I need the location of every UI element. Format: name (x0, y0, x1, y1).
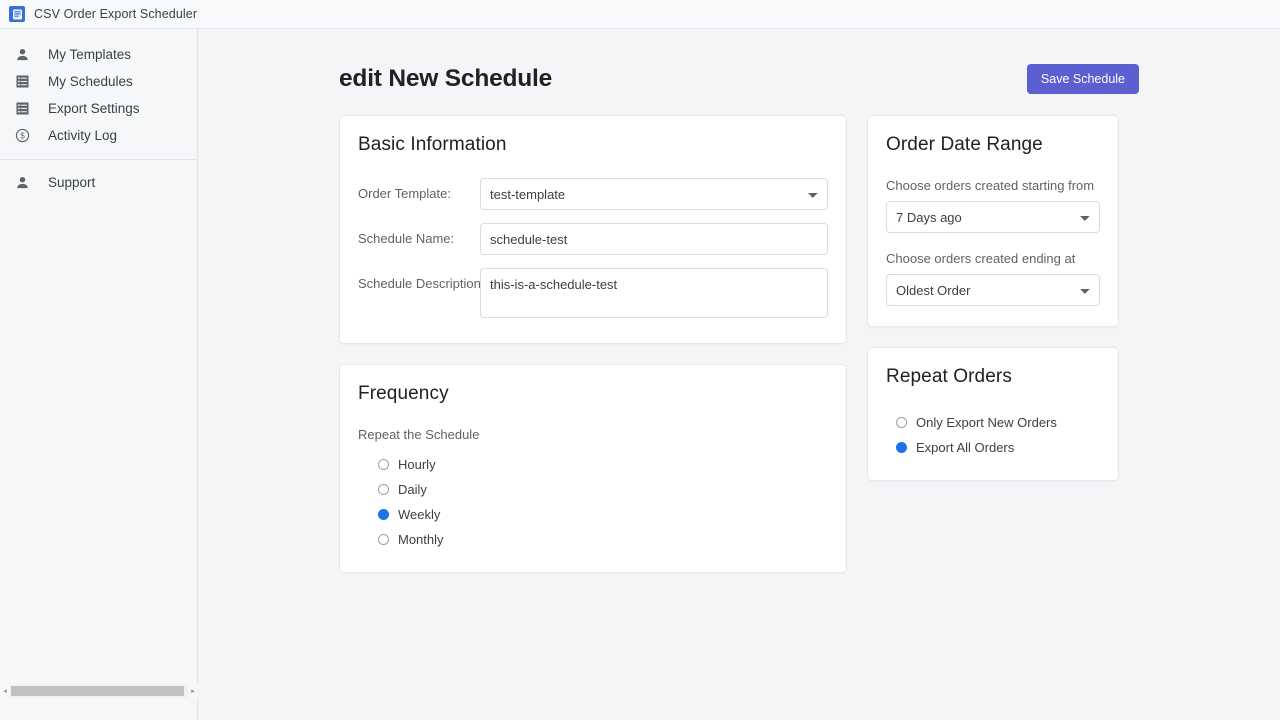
svg-text:$: $ (20, 132, 25, 141)
dollar-circle-icon: $ (13, 127, 31, 145)
sidebar-divider (0, 159, 197, 160)
repeat-orders-option-all[interactable]: Export All Orders (896, 435, 1100, 460)
card-title: Frequency (358, 383, 449, 404)
date-range-start-label: Choose orders created starting from (886, 178, 1095, 193)
repeat-orders-option-label: Only Export New Orders (916, 415, 1057, 430)
radio-icon-selected[interactable] (896, 442, 907, 453)
app-logo-icon (9, 6, 25, 22)
schedule-description-textarea[interactable]: this-is-a-schedule-test (480, 268, 828, 318)
repeat-orders-radio-group: Only Export New Orders Export All Orders (886, 410, 1100, 460)
app-title-bar: CSV Order Export Scheduler (0, 0, 1280, 29)
repeat-orders-option-label: Export All Orders (916, 440, 1015, 455)
radio-icon[interactable] (378, 459, 389, 470)
schedule-name-row: Schedule Name: (358, 223, 828, 255)
sidebar-horizontal-scrollbar[interactable]: ◂ ▸ (0, 684, 198, 698)
frequency-radio-group: Hourly Daily Weekly Monthly (358, 452, 828, 552)
list-box-icon (13, 73, 31, 91)
app-title: CSV Order Export Scheduler (34, 7, 198, 21)
left-column: Basic Information Order Template: test-t… (339, 115, 847, 593)
schedule-name-label: Schedule Name: (358, 231, 455, 246)
card-title: Repeat Orders (886, 366, 1012, 387)
right-column: Order Date Range Choose orders created s… (867, 115, 1119, 501)
schedule-name-input[interactable] (480, 223, 828, 255)
sidebar-item-label: Activity Log (48, 128, 118, 143)
sidebar-item-my-schedules[interactable]: My Schedules (0, 68, 197, 95)
frequency-option-label: Hourly (398, 457, 436, 472)
frequency-option-label: Monthly (398, 532, 444, 547)
order-template-label: Order Template: (358, 186, 451, 201)
cards-grid: Basic Information Order Template: test-t… (339, 115, 1139, 593)
frequency-option-label: Weekly (398, 507, 441, 522)
frequency-option-monthly[interactable]: Monthly (378, 527, 828, 552)
radio-icon[interactable] (378, 534, 389, 545)
card-title: Order Date Range (886, 134, 1043, 155)
repeat-orders-option-only-new[interactable]: Only Export New Orders (896, 410, 1100, 435)
sidebar-item-my-templates[interactable]: My Templates (0, 41, 197, 68)
scrollbar-thumb[interactable] (11, 686, 184, 696)
list-box-icon (13, 100, 31, 118)
sidebar-item-label: Support (48, 175, 96, 190)
sidebar-item-label: My Schedules (48, 74, 133, 89)
frequency-option-weekly[interactable]: Weekly (378, 502, 828, 527)
date-range-start-select[interactable]: 7 Days ago (886, 201, 1100, 233)
sidebar: My Templates My Schedules Export Setting… (0, 29, 198, 720)
sidebar-item-support[interactable]: Support (0, 169, 197, 196)
sidebar-item-export-settings[interactable]: Export Settings (0, 95, 197, 122)
frequency-option-label: Daily (398, 482, 427, 497)
date-range-end-label: Choose orders created ending at (886, 251, 1076, 266)
frequency-sub-label: Repeat the Schedule (358, 427, 480, 442)
page-title: edit New Schedule (339, 65, 553, 92)
main-content: edit New Schedule Save Schedule Basic In… (198, 29, 1280, 720)
person-icon (13, 174, 31, 192)
sidebar-item-label: My Templates (48, 47, 132, 62)
save-schedule-button[interactable]: Save Schedule (1026, 64, 1139, 94)
frequency-option-hourly[interactable]: Hourly (378, 452, 828, 477)
basic-information-card: Basic Information Order Template: test-t… (339, 115, 847, 344)
card-title: Basic Information (358, 134, 507, 155)
order-template-row: Order Template: test-template (358, 178, 828, 210)
order-template-select[interactable]: test-template (480, 178, 828, 210)
radio-icon[interactable] (896, 417, 907, 428)
order-date-range-card: Order Date Range Choose orders created s… (867, 115, 1119, 327)
scroll-left-arrow-icon[interactable]: ◂ (0, 684, 10, 698)
person-icon (13, 46, 31, 64)
scrollbar-track[interactable] (10, 684, 188, 698)
schedule-description-label: Schedule Description: (358, 276, 485, 291)
frequency-card: Frequency Repeat the Schedule Hourly Dai… (339, 364, 847, 573)
scroll-right-arrow-icon[interactable]: ▸ (188, 684, 198, 698)
radio-icon-selected[interactable] (378, 509, 389, 520)
schedule-description-row: Schedule Description: this-is-a-schedule… (358, 268, 828, 323)
sidebar-item-activity-log[interactable]: $ Activity Log (0, 122, 197, 149)
date-range-end-select[interactable]: Oldest Order (886, 274, 1100, 306)
frequency-option-daily[interactable]: Daily (378, 477, 828, 502)
sidebar-item-label: Export Settings (48, 101, 140, 116)
page-header: edit New Schedule Save Schedule (339, 59, 1139, 99)
repeat-orders-card: Repeat Orders Only Export New Orders Exp… (867, 347, 1119, 481)
radio-icon[interactable] (378, 484, 389, 495)
